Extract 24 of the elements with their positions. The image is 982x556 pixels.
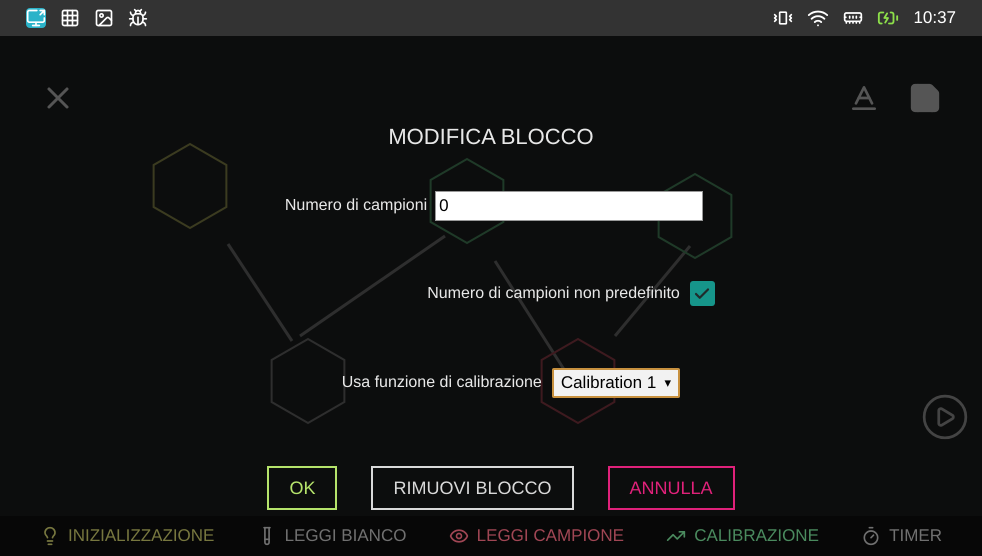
save-button[interactable] xyxy=(908,81,942,115)
dialog-button[interactable]: OK xyxy=(267,466,338,510)
sample-count-field[interactable]: 0 xyxy=(435,191,704,221)
sample-count-label: Numero di campioni xyxy=(284,196,428,216)
block-tab[interactable]: LEGGI BIANCO xyxy=(284,523,406,549)
block-tab[interactable]: LEGGI CAMPIONE xyxy=(476,523,624,549)
save-icon xyxy=(908,81,942,115)
undefined-count-label: Numero di campioni non predefinito xyxy=(427,284,680,304)
calibration-dropdown[interactable]: Calibration 1 ▾ xyxy=(552,368,680,398)
dialog-button[interactable]: RIMUOVI BLOCCO xyxy=(371,466,574,510)
block-tab[interactable]: CALIBRAZIONE xyxy=(694,523,819,549)
checkbox[interactable] xyxy=(690,281,715,306)
play-icon xyxy=(920,392,970,442)
block-tab[interactable]: INIZIALIZZAZIONE xyxy=(68,523,214,549)
grid-icon xyxy=(60,8,80,28)
bug-icon xyxy=(128,8,148,28)
screen-share-icon xyxy=(26,8,46,28)
clock: 10:37 xyxy=(913,7,956,30)
dialog-button[interactable]: ANNULLA xyxy=(608,466,735,510)
block-tab[interactable]: TIMER xyxy=(889,523,942,549)
play-button[interactable] xyxy=(920,392,970,442)
calibration-label: Usa funzione di calibrazione xyxy=(342,373,542,393)
image-icon xyxy=(94,8,114,28)
dialog-title: MODIFICA BLOCCO xyxy=(388,123,594,151)
